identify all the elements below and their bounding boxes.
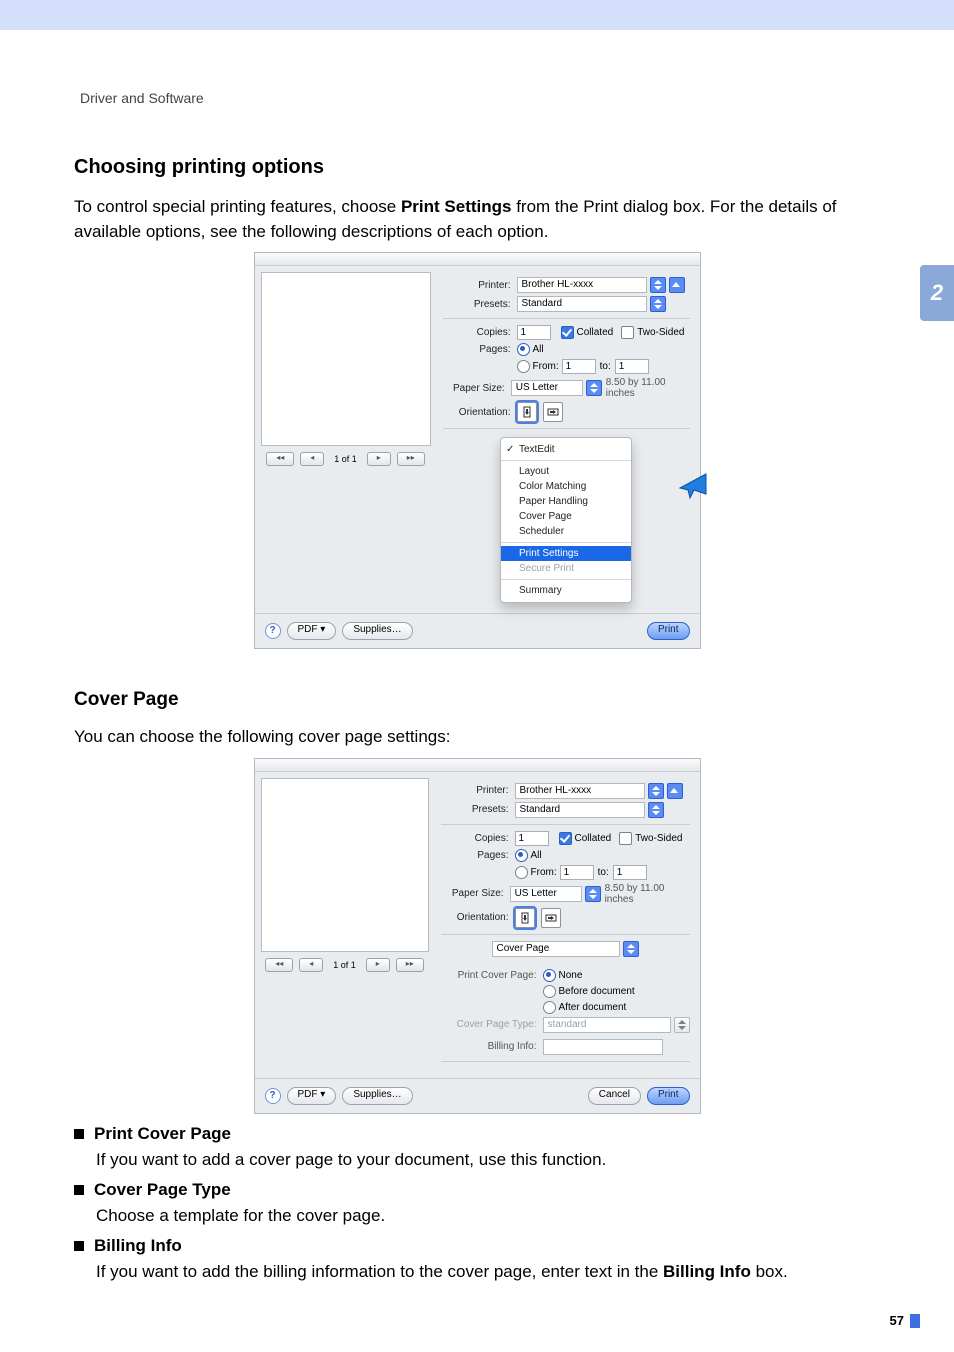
bullet-icon: [74, 1185, 84, 1195]
printer-info-button[interactable]: [669, 277, 685, 293]
orientation-portrait[interactable]: [517, 402, 537, 422]
list-item: Cover Page Type Choose a template for th…: [74, 1180, 880, 1226]
popup-item-cover-page[interactable]: Cover Page: [501, 509, 631, 524]
last-page-button[interactable]: ▸▸: [396, 958, 424, 972]
pdf-button[interactable]: PDF ▾: [287, 1087, 337, 1105]
help-button[interactable]: ?: [265, 1088, 281, 1104]
popup-item-scheduler[interactable]: Scheduler: [501, 524, 631, 539]
pdf-button[interactable]: PDF ▾: [287, 622, 337, 640]
next-page-button[interactable]: ▸: [367, 452, 391, 466]
pages-all-radio[interactable]: [517, 343, 530, 356]
popup-item-paper-handling[interactable]: Paper Handling: [501, 494, 631, 509]
list-item: Billing Info If you want to add the bill…: [74, 1236, 880, 1282]
pages-from-radio[interactable]: [515, 866, 528, 879]
page-number: 57: [890, 1313, 904, 1328]
heading-choosing-printing-options: Choosing printing options: [74, 156, 880, 179]
next-page-button[interactable]: ▸: [366, 958, 390, 972]
cover-before-radio[interactable]: [543, 985, 556, 998]
orientation-portrait[interactable]: [515, 908, 535, 928]
paper-size-dropdown[interactable]: US Letter: [510, 886, 601, 902]
printer-info-button[interactable]: [667, 783, 683, 799]
collated-checkbox[interactable]: [561, 326, 574, 339]
first-page-button[interactable]: ◂◂: [266, 452, 294, 466]
running-head: Driver and Software: [80, 90, 914, 106]
bullet-icon: [74, 1241, 84, 1251]
cancel-button[interactable]: Cancel: [588, 1087, 641, 1105]
popup-item-textedit[interactable]: TextEdit: [501, 442, 631, 457]
page-indicator: 1 of 1: [334, 454, 357, 464]
copies-input[interactable]: 1: [517, 325, 551, 340]
collated-checkbox[interactable]: [559, 832, 572, 845]
print-dialog-print-settings: ◂◂ ◂ 1 of 1 ▸ ▸▸ Printer: Brother HL-xxx…: [254, 252, 701, 649]
supplies-button[interactable]: Supplies…: [342, 1087, 412, 1105]
pages-all-radio[interactable]: [515, 849, 528, 862]
pages-to-input[interactable]: 1: [615, 359, 649, 374]
page-mark-icon: [910, 1314, 920, 1328]
popup-item-summary[interactable]: Summary: [501, 583, 631, 598]
paragraph: To control special printing features, ch…: [74, 195, 880, 244]
popup-item-secure-print[interactable]: Secure Print: [501, 561, 631, 576]
pages-from-input[interactable]: 1: [560, 865, 594, 880]
bullet-icon: [74, 1129, 84, 1139]
cover-none-radio[interactable]: [543, 969, 556, 982]
prev-page-button[interactable]: ◂: [299, 958, 323, 972]
popup-item-print-settings[interactable]: Print Settings: [501, 546, 631, 561]
page-indicator: 1 of 1: [333, 960, 356, 970]
presets-dropdown[interactable]: Standard: [517, 296, 666, 312]
options-section-dropdown[interactable]: Cover Page: [492, 941, 639, 957]
cover-after-radio[interactable]: [543, 1001, 556, 1014]
billing-info-input[interactable]: [543, 1039, 663, 1055]
paragraph: You can choose the following cover page …: [74, 725, 880, 750]
chapter-tab: 2: [920, 265, 954, 321]
pages-to-input[interactable]: 1: [613, 865, 647, 880]
list-item: Print Cover Page If you want to add a co…: [74, 1124, 880, 1170]
callout-arrow-icon: [676, 472, 710, 503]
last-page-button[interactable]: ▸▸: [397, 452, 425, 466]
presets-dropdown[interactable]: Standard: [515, 802, 664, 818]
pages-from-input[interactable]: 1: [562, 359, 596, 374]
two-sided-checkbox[interactable]: [619, 832, 632, 845]
paper-size-dropdown[interactable]: US Letter: [511, 380, 602, 396]
print-dialog-cover-page: ◂◂ ◂ 1 of 1 ▸ ▸▸ Printer: Brother HL-xxx…: [254, 758, 701, 1114]
heading-cover-page: Cover Page: [74, 689, 880, 711]
popup-item-layout[interactable]: Layout: [501, 464, 631, 479]
orientation-landscape[interactable]: [543, 402, 563, 422]
orientation-landscape[interactable]: [541, 908, 561, 928]
popup-item-color-matching[interactable]: Color Matching: [501, 479, 631, 494]
two-sided-checkbox[interactable]: [621, 326, 634, 339]
printer-dropdown[interactable]: Brother HL-xxxx: [515, 783, 664, 799]
help-button[interactable]: ?: [265, 623, 281, 639]
cover-page-type-dropdown[interactable]: standard: [543, 1017, 690, 1033]
printer-dropdown[interactable]: Brother HL-xxxx: [517, 277, 666, 293]
print-preview-pane: [261, 778, 429, 952]
pages-from-radio[interactable]: [517, 360, 530, 373]
print-button[interactable]: Print: [647, 1087, 690, 1105]
print-button[interactable]: Print: [647, 622, 690, 640]
first-page-button[interactable]: ◂◂: [265, 958, 293, 972]
print-preview-pane: [261, 272, 431, 446]
supplies-button[interactable]: Supplies…: [342, 622, 412, 640]
options-popup-menu[interactable]: TextEdit Layout Color Matching Paper Han…: [500, 437, 632, 603]
prev-page-button[interactable]: ◂: [300, 452, 324, 466]
copies-input[interactable]: 1: [515, 831, 549, 846]
